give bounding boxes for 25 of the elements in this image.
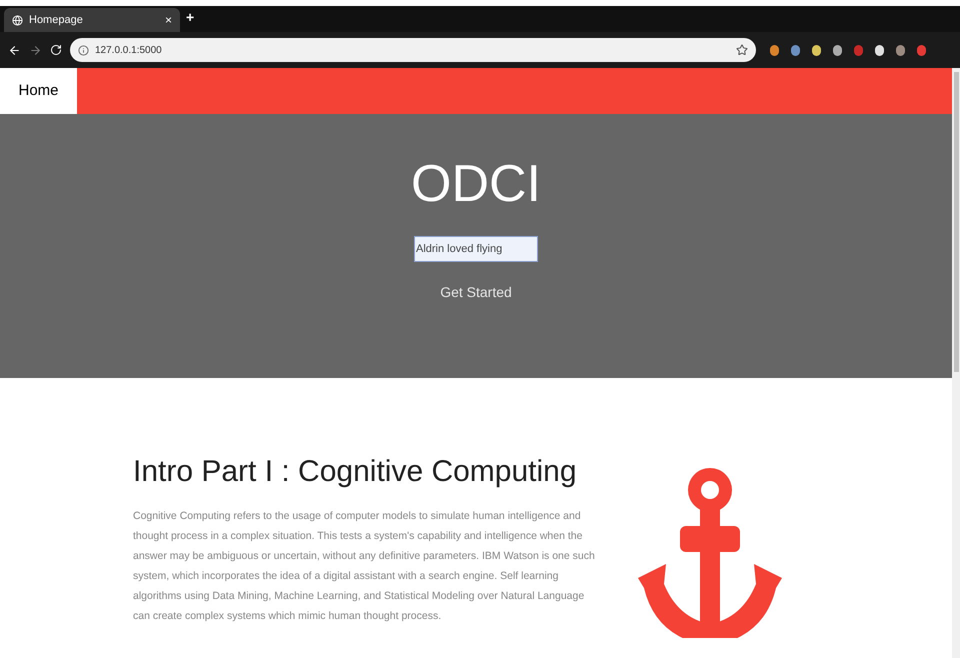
nav-link[interactable]: Home <box>0 68 77 114</box>
extension-icon[interactable] <box>875 44 884 56</box>
url-text: 127.0.0.1:5000 <box>95 44 163 58</box>
scrollbar[interactable] <box>952 68 960 658</box>
anchor-icon <box>638 468 782 638</box>
address-bar[interactable]: 127.0.0.1:5000 <box>70 38 756 62</box>
intro-paragraph: Cognitive Computing refers to the usage of computer models to simulate human intelligence and thought process in a complex situation. This tests a system's capability and intelligence when the answer may be ambiguous or uncertain, without any definitive parameters. IBM Watson is one such system, which incorporates the idea of a digital assistant with a search engine. Self learning algorithms using Data Mining, Machine Learning, and Statistical Modeling over Natural Language can create complex systems which mimic human thought process. <box>133 509 596 624</box>
extension-icon[interactable] <box>770 44 779 56</box>
text-input[interactable]: Aldrin loved flying <box>414 236 538 262</box>
extension-icon[interactable] <box>833 44 842 56</box>
hero-title: ODCI <box>411 154 541 214</box>
extension-icon[interactable] <box>896 44 905 56</box>
info-icon <box>78 44 89 56</box>
close-button[interactable]: × <box>164 11 172 29</box>
section-heading: Intro Part I : Cognitive Computing <box>133 454 578 490</box>
globe-icon <box>12 14 23 26</box>
back-icon[interactable] <box>8 44 21 56</box>
tab-title: Homepage <box>29 12 84 28</box>
forward-icon[interactable] <box>29 44 42 56</box>
browser-tab[interactable]: Homepage × <box>4 8 180 32</box>
get-started-button[interactable]: Get Started <box>440 282 512 303</box>
bookmark-star-icon[interactable] <box>736 44 748 56</box>
new-tab-button[interactable]: + <box>186 7 194 28</box>
reload-icon[interactable] <box>50 44 62 56</box>
extension-icon[interactable] <box>812 44 821 56</box>
